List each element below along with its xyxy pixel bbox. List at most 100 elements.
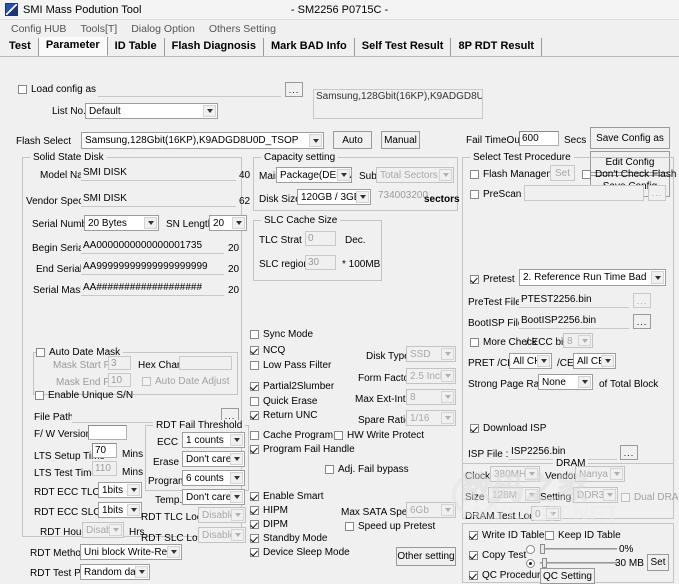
rdt-ecc-tlc-th-combo[interactable]: 1bits [98,482,142,498]
capacity-sub-combo[interactable]: Total Sectors [376,167,454,183]
tab-parameter[interactable]: Parameter [38,37,108,56]
chevron-down-icon[interactable] [232,217,245,229]
keep-id-table-checkbox[interactable]: Keep ID Table [545,530,621,541]
serial-number-combo[interactable]: 20 Bytes [84,215,159,231]
chevron-down-icon[interactable] [651,271,664,284]
chevron-down-icon[interactable] [230,491,243,503]
chevron-down-icon[interactable] [127,484,140,496]
chevron-down-icon[interactable] [578,376,591,388]
fw-version-input[interactable] [88,425,127,440]
copy-percent-radio[interactable] [526,545,535,554]
sn-length-combo[interactable]: 20 [209,215,247,231]
chevron-down-icon[interactable] [356,191,369,203]
write-id-table-checkbox[interactable]: Write ID Table [469,530,544,541]
auto-date-adjust-checkbox[interactable]: Auto Date Adjust [142,376,230,387]
tab-id-table[interactable]: ID Table [108,38,165,56]
prescan-browse-button[interactable]: ... [648,185,666,201]
rdt-program-combo[interactable]: 6 counts [182,470,245,486]
ce-combo[interactable]: All CE [573,353,616,369]
begin-serial-input[interactable]: AA0000000000000001735 [81,239,224,254]
cache-program-checkbox[interactable]: Cache Program [250,430,333,441]
speed-up-pretest-checkbox[interactable]: Speed up Pretest [345,521,435,532]
rdt-slc-loops-combo[interactable]: Disable [198,527,246,543]
chevron-down-icon[interactable] [231,529,244,541]
copy-percent-slider[interactable] [540,544,617,554]
dont-check-flash-id-checkbox[interactable]: Don't Check Flash ID [582,169,679,180]
chevron-down-icon[interactable] [525,489,538,501]
rdt-erase-combo[interactable]: Don't care [182,451,245,467]
pretest-checkbox[interactable]: Pretest [470,274,515,285]
slider-knob[interactable] [542,558,547,568]
menu-others-setting[interactable]: Others Setting [202,23,283,35]
chevron-down-icon[interactable] [203,105,216,117]
chevron-down-icon[interactable] [231,509,244,521]
device-sleep-mode-checkbox[interactable]: Device Sleep Mode [250,547,350,558]
dual-dram-checkbox[interactable]: Dual DRAM [621,492,679,503]
tab-self-test-result[interactable]: Self Test Result [355,38,452,56]
chevron-down-icon[interactable] [135,566,148,578]
hipm-checkbox[interactable]: HIPM [250,505,288,516]
prescan-checkbox[interactable]: PreScan [470,189,521,200]
chevron-down-icon[interactable] [441,391,454,403]
capacity-main-combo[interactable]: Package(DEMA) [276,167,352,183]
pretest-file-input[interactable]: PTEST2256.bin [519,293,629,308]
save-config-as-button[interactable]: Save Config as [590,127,670,149]
copy-test-checkbox[interactable]: Copy Test [469,550,526,561]
fail-timeout-input[interactable]: 600 [519,131,559,146]
download-isp-checkbox[interactable]: Download ISP [470,423,546,434]
load-config-as-checkbox[interactable]: Load config as [18,84,96,95]
low-pass-filter-checkbox[interactable]: Low Pass Filter [250,360,331,371]
disk-type-combo[interactable]: SSD [406,346,456,362]
serial-mask-input[interactable]: AA################### [81,281,224,296]
load-config-browse-button[interactable]: ... [285,82,303,97]
rdt-tlc-loops-combo[interactable]: Disable [198,507,246,523]
dram-test-loop-combo[interactable]: 0 [531,506,561,521]
copy-size-radio[interactable] [526,559,535,568]
rdt-method-combo[interactable]: Uni block Write-Read [80,544,182,560]
model-name-input[interactable]: SMI DISK [81,166,236,181]
other-setting-button[interactable]: Other setting [396,547,456,566]
chevron-down-icon[interactable] [109,524,122,536]
menu-config-hub[interactable]: Config HUB [4,23,73,35]
return-unc-checkbox[interactable]: Return UNC [250,410,317,421]
chevron-down-icon[interactable] [537,355,550,367]
sync-mode-checkbox[interactable]: Sync Mode [250,329,313,340]
copy-size-slider[interactable] [540,558,617,568]
tab-test[interactable]: Test [2,38,39,56]
bootisp-file-browse-button[interactable]: ... [633,314,651,329]
standby-mode-checkbox[interactable]: Standby Mode [250,533,328,544]
hw-write-protect-checkbox[interactable]: HW Write Protect [334,430,424,441]
menu-tools[interactable]: Tools[T] [73,23,124,35]
chevron-down-icon[interactable] [167,546,180,558]
chevron-down-icon[interactable] [441,504,454,516]
manual-button[interactable]: Manual [381,131,420,149]
chevron-down-icon[interactable] [439,169,452,181]
enable-smart-checkbox[interactable]: Enable Smart [250,491,324,502]
ncq-checkbox[interactable]: NCQ [250,345,285,356]
hex-char-input[interactable] [179,356,232,370]
chevron-down-icon[interactable] [578,335,591,346]
program-fail-handle-checkbox[interactable]: Program Fail Handle [250,444,355,455]
end-serial-input[interactable]: AA99999999999999999999 [81,260,224,275]
dram-setting-combo[interactable]: DDR3 [573,487,618,503]
chevron-down-icon[interactable] [337,169,350,181]
dram-clock-combo[interactable]: 380MHZ [490,466,540,482]
copy-set-button[interactable]: Set [647,554,669,571]
chevron-down-icon[interactable] [230,472,243,484]
chevron-down-icon[interactable] [441,348,454,360]
bootisp-file-input[interactable]: BootISP2256.bin [519,314,629,329]
chevron-down-icon[interactable] [127,504,140,516]
quick-erase-checkbox[interactable]: Quick Erase [250,396,317,407]
rdt-ecc-slc-th-combo[interactable]: 1bits [98,502,142,518]
tab-flash-diagnosis[interactable]: Flash Diagnosis [165,38,264,56]
list-no-combo[interactable]: Default [85,103,218,119]
partial2slumber-checkbox[interactable]: Partial2Slumber [250,381,334,392]
flash-management-set-button[interactable]: Set [550,165,575,181]
rdt-temp-combo[interactable]: Don't care [182,489,245,505]
chevron-down-icon[interactable] [610,468,623,480]
chevron-down-icon[interactable] [441,370,454,382]
form-factor-combo[interactable]: 2.5 Inch [406,368,456,384]
disk-size-combo[interactable]: 120GB / 3GB [297,189,371,205]
enable-unique-sn-checkbox[interactable]: Enable Unique S/N [35,390,133,401]
chevron-down-icon[interactable] [230,453,243,465]
